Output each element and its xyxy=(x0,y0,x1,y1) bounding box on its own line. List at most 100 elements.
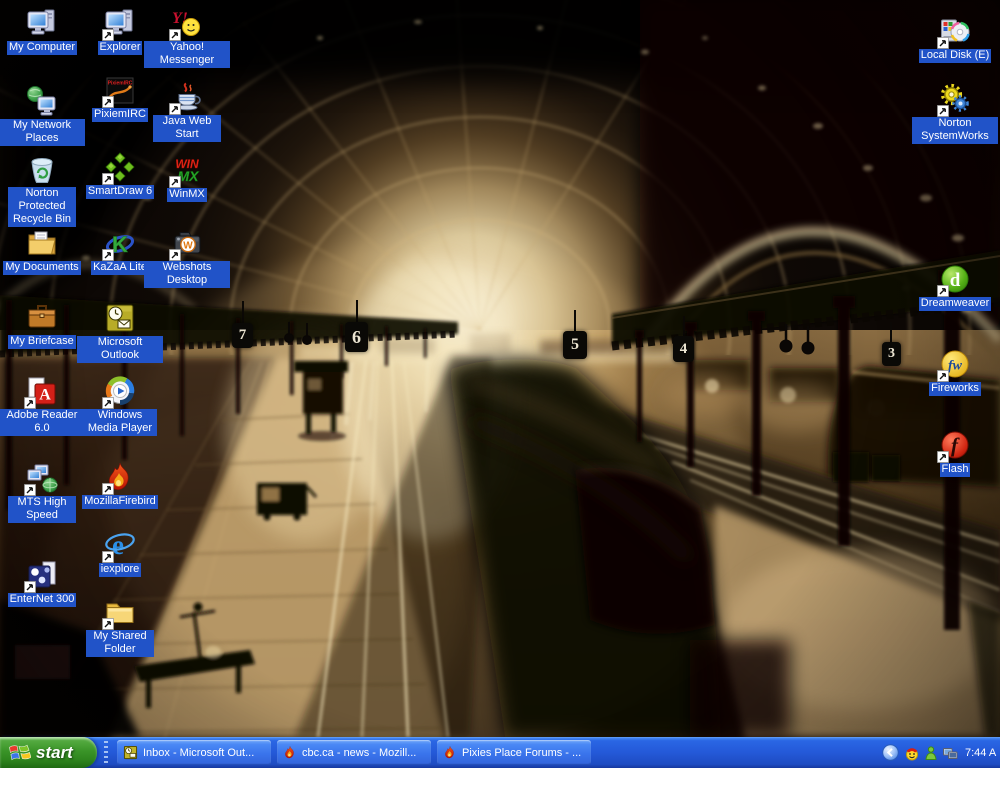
documents-folder-icon xyxy=(25,226,59,260)
desktop-icon-fireworks[interactable]: Fireworks xyxy=(912,347,998,396)
desktop-icon-label: iexplore xyxy=(99,563,142,577)
platform-sign-rod xyxy=(242,301,244,323)
desktop-icon-enternet-300[interactable]: EnterNet 300 xyxy=(0,558,85,607)
desktop-icon-label: Norton SystemWorks xyxy=(912,117,998,144)
flame-icon xyxy=(103,460,137,494)
system-tray: 7:44 A xyxy=(882,737,1000,768)
yahoo-smiley-icon xyxy=(170,6,204,40)
desktop-icon-java-web-start[interactable]: Java Web Start xyxy=(144,80,230,142)
webshots-camera-icon xyxy=(170,226,204,260)
desktop-icon-label: MozillaFirebird xyxy=(82,495,158,509)
desktop-icon-label: Explorer xyxy=(98,41,143,55)
desktop-icon-mozilla-firebird[interactable]: MozillaFirebird xyxy=(77,460,163,509)
desktop-icon-yahoo-messenger[interactable]: Yahoo! Messenger xyxy=(144,6,230,68)
shortcut-arrow-icon xyxy=(102,551,114,563)
network-connection-icon xyxy=(25,461,59,495)
platform-sign-rod xyxy=(890,322,892,342)
desktop-icon-label: Yahoo! Messenger xyxy=(144,41,230,68)
quick-launch-handle[interactable] xyxy=(104,741,108,764)
shortcut-arrow-icon xyxy=(102,96,114,108)
desktop-icon-windows-media-player[interactable]: Windows Media Player xyxy=(77,374,163,436)
desktop-icon-my-shared-folder[interactable]: My Shared Folder xyxy=(77,595,163,657)
dreamweaver-icon xyxy=(938,262,972,296)
platform-sign: 3 xyxy=(882,342,901,366)
desktop-icon-my-documents[interactable]: My Documents xyxy=(0,226,85,275)
desktop-icon-label: My Network Places xyxy=(0,119,85,146)
platform-sign: 7 xyxy=(232,323,253,348)
desktop-icon-my-briefcase[interactable]: My Briefcase xyxy=(0,300,85,349)
desktop-icon-norton-systemworks[interactable]: Norton SystemWorks xyxy=(912,82,998,144)
desktop-icon-my-computer[interactable]: My Computer xyxy=(0,6,85,55)
desktop-icon-iexplore[interactable]: iexplore xyxy=(77,528,163,577)
desktop-icon-label: Microsoft Outlook xyxy=(77,336,163,363)
taskbar-window-cbc-news[interactable]: cbc.ca - news - Mozill... xyxy=(277,740,431,765)
shortcut-arrow-icon xyxy=(24,581,36,593)
java-cup-icon xyxy=(170,80,204,114)
desktop-icon-label: Dreamweaver xyxy=(919,297,991,311)
desktop-screen: 7 6 5 4 3 xyxy=(0,0,1000,800)
desktop-icon-norton-protected-recycle-bin[interactable]: Norton Protected Recycle Bin xyxy=(0,152,85,227)
platform-sign: 5 xyxy=(563,331,587,359)
shortcut-arrow-icon xyxy=(169,103,181,115)
desktop-icon-label: Java Web Start xyxy=(153,115,221,142)
platform-sign-rod xyxy=(683,316,685,336)
desktop-icon-label: My Shared Folder xyxy=(86,630,154,657)
mozilla-firebird-flame-icon xyxy=(443,745,457,760)
desktop-icon-winmx[interactable]: WinMX xyxy=(144,153,230,202)
taskbar-window-title: cbc.ca - news - Mozill... xyxy=(302,747,416,759)
taskbar: start Inbox - Microsoft Out... cbc.ca - … xyxy=(0,737,1000,768)
shortcut-arrow-icon xyxy=(24,484,36,496)
platform-sign-rod xyxy=(356,300,358,322)
platform-sign: 4 xyxy=(673,336,694,362)
pixiemirc-icon xyxy=(103,73,137,107)
shortcut-arrow-icon xyxy=(937,370,949,382)
enternet-icon xyxy=(25,558,59,592)
network-connection-tray-icon[interactable] xyxy=(942,745,958,761)
taskbar-window-outlook-inbox[interactable]: Inbox - Microsoft Out... xyxy=(117,740,271,765)
shortcut-arrow-icon xyxy=(937,451,949,463)
desktop-icon-flash[interactable]: Flash xyxy=(912,428,998,477)
desktop-icon-label: Local Disk (E) xyxy=(919,49,991,63)
smartdraw-diamonds-icon xyxy=(103,150,137,184)
start-button[interactable]: start xyxy=(0,737,97,768)
shortcut-arrow-icon xyxy=(937,37,949,49)
desktop-icon-my-network-places[interactable]: My Network Places xyxy=(0,84,85,146)
desktop-icon-microsoft-outlook[interactable]: Microsoft Outlook xyxy=(77,301,163,363)
desktop-icon-label: Webshots Desktop xyxy=(144,261,230,288)
desktop-icon-label: Windows Media Player xyxy=(83,409,157,436)
shortcut-arrow-icon xyxy=(169,249,181,261)
recycle-bin-icon xyxy=(25,152,59,186)
taskbar-clock[interactable]: 7:44 A xyxy=(965,747,1000,759)
computer-icon xyxy=(103,6,137,40)
desktop-icon-label: My Computer xyxy=(7,41,77,55)
winmx-icon xyxy=(170,153,204,187)
tray-collapse-chevron-icon[interactable] xyxy=(882,744,899,761)
yahoo-messenger-tray-icon[interactable] xyxy=(904,745,920,761)
internet-explorer-icon xyxy=(103,528,137,562)
shortcut-arrow-icon xyxy=(102,173,114,185)
taskbar-window-pixies-place-forums[interactable]: Pixies Place Forums - ... xyxy=(437,740,591,765)
taskbar-window-title: Pixies Place Forums - ... xyxy=(462,747,581,759)
desktop-icon-label: WinMX xyxy=(167,188,206,202)
platform-sign: 6 xyxy=(345,322,368,352)
shortcut-arrow-icon xyxy=(102,618,114,630)
desktop-icon-local-disk-e[interactable]: Local Disk (E) xyxy=(912,14,998,63)
desktop-icon-label: Fireworks xyxy=(929,382,981,396)
desktop-icon-label: KaZaA Lite xyxy=(91,261,149,275)
shortcut-arrow-icon xyxy=(169,176,181,188)
outlook-clock-icon xyxy=(103,301,137,335)
windows-flag-icon xyxy=(8,742,31,763)
windows-messenger-tray-icon[interactable] xyxy=(923,745,939,761)
flash-icon xyxy=(938,428,972,462)
briefcase-icon xyxy=(25,300,59,334)
platform-sign-rod xyxy=(574,310,576,331)
desktop-icon-dreamweaver[interactable]: Dreamweaver xyxy=(912,262,998,311)
desktop-icon-label: EnterNet 300 xyxy=(8,593,77,607)
shortcut-arrow-icon xyxy=(102,29,114,41)
desktop-icon-label: Flash xyxy=(940,463,971,477)
desktop-icon-mts-high-speed[interactable]: MTS High Speed xyxy=(0,461,85,523)
desktop-icon-label: PixiemIRC xyxy=(92,108,148,122)
desktop-icon-adobe-reader[interactable]: Adobe Reader 6.0 xyxy=(0,374,85,436)
desktop-icon-webshots-desktop[interactable]: Webshots Desktop xyxy=(144,226,230,288)
start-button-label: start xyxy=(36,743,73,763)
